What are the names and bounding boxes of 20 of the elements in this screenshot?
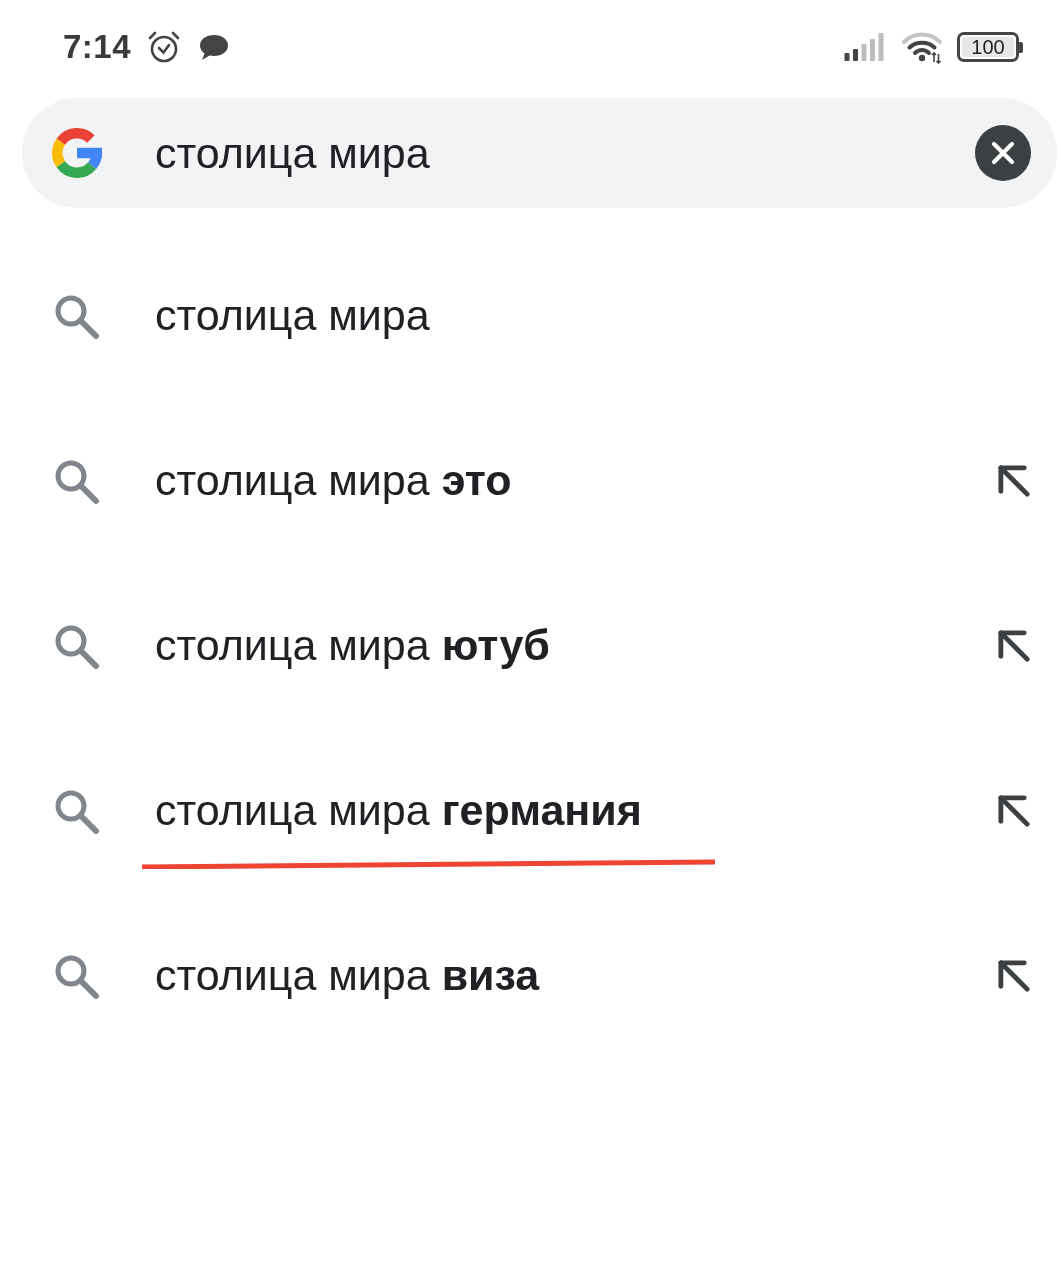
google-logo-icon (52, 128, 102, 178)
up-left-arrow-icon[interactable] (996, 792, 1032, 829)
alarm-clock-icon (147, 30, 182, 64)
chat-bubble-icon (199, 33, 230, 61)
signal-bars-icon (844, 33, 884, 61)
up-left-arrow-icon[interactable] (996, 462, 1032, 499)
suggestion-text[interactable]: столица мира ютуб (155, 621, 550, 670)
close-icon (991, 141, 1015, 165)
status-time: 7:14 (63, 27, 132, 68)
search-input[interactable]: столица мира (155, 120, 975, 186)
up-left-arrow-icon[interactable] (996, 627, 1032, 664)
clear-button[interactable] (975, 125, 1031, 181)
suggestion-text[interactable]: столица мира (155, 291, 430, 340)
suggestion-text[interactable]: столица мира германия (155, 786, 642, 835)
battery-indicator: 100 (957, 32, 1023, 62)
up-left-arrow-icon[interactable] (996, 957, 1032, 994)
suggestion-text[interactable]: столица мира это (155, 456, 512, 505)
suggestion-text[interactable]: столица мира виза (155, 951, 540, 1000)
wifi-icon (901, 30, 943, 64)
search-bar[interactable]: столица мира (22, 98, 1057, 208)
